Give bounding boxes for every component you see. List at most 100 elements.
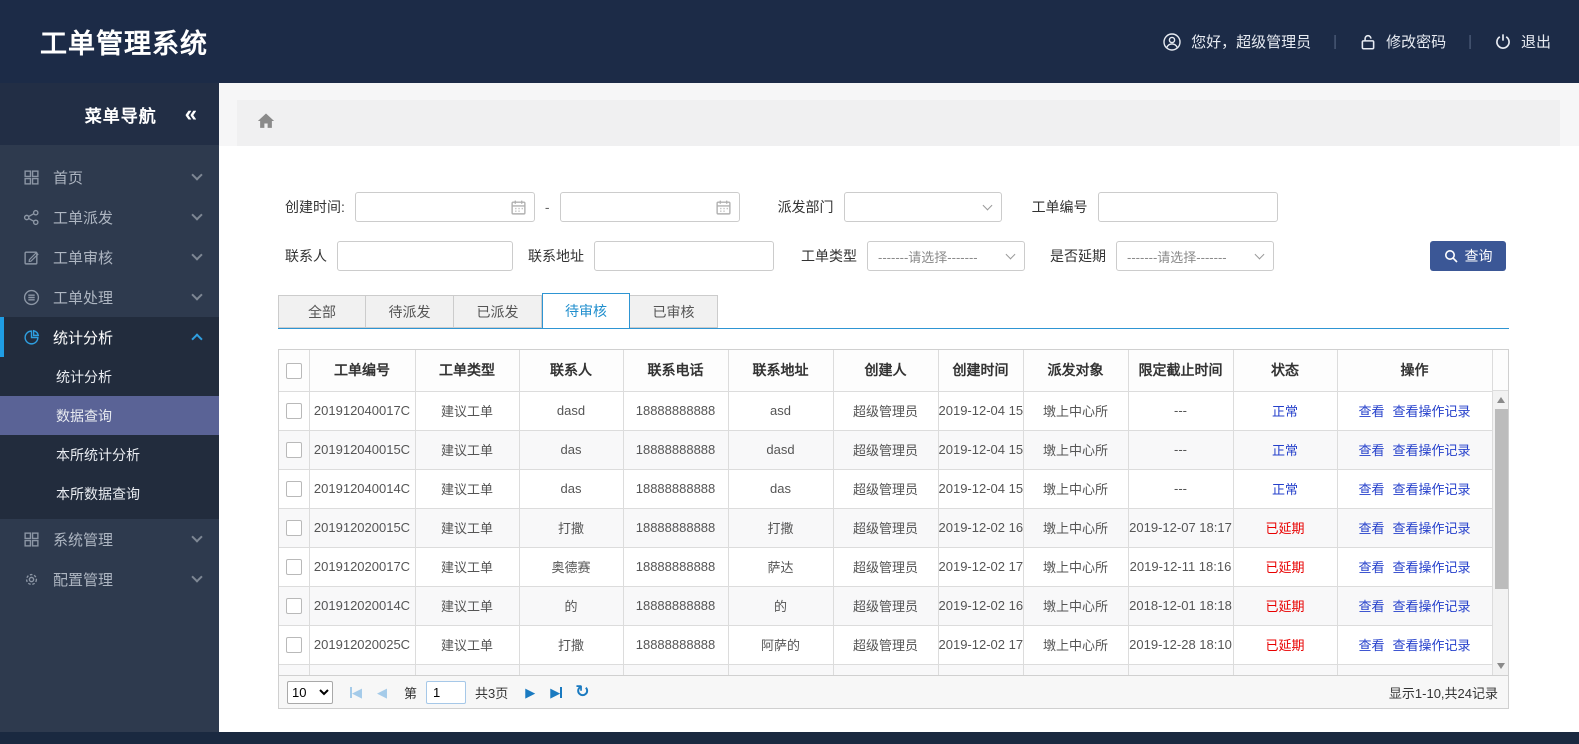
sidebar-item[interactable]: 统计分析 (0, 317, 219, 357)
created-time-label: 创建时间: (285, 199, 345, 215)
address-input[interactable] (595, 242, 773, 270)
sidebar-item[interactable]: 工单处理 (0, 277, 219, 317)
tab[interactable]: 全部 (278, 295, 366, 328)
cell-operations: 查看 查看操作记录 (1337, 391, 1493, 431)
view-log-link[interactable]: 查看操作记录 (1393, 443, 1471, 458)
row-checkbox[interactable] (285, 597, 302, 614)
scrollbar-track[interactable] (1492, 391, 1509, 675)
view-log-link[interactable]: 查看操作记录 (1393, 521, 1471, 536)
row-checkbox[interactable] (285, 480, 302, 497)
share-icon (22, 209, 40, 226)
sidebar-subitem[interactable]: 数据查询 (0, 396, 219, 435)
cell-deadline: 2019-12-11 18:16 (1128, 547, 1234, 587)
view-log-link[interactable]: 查看操作记录 (1393, 482, 1471, 497)
table-row: 201912040015C 建议工单 das 18888888888 dasd 超级管理员… (279, 430, 1493, 470)
cell-created: 2019-12-02 16 (938, 508, 1024, 548)
view-link[interactable]: 查看 (1358, 560, 1384, 575)
user-greeting[interactable]: 您好，超级管理员 (1162, 31, 1311, 52)
tab[interactable]: 已审核 (630, 295, 718, 328)
cell-target: 墩上中心所 (1023, 469, 1129, 509)
view-link[interactable]: 查看 (1358, 443, 1384, 458)
calendar-icon[interactable] (510, 199, 527, 219)
tab[interactable]: 待派发 (366, 295, 454, 328)
cell-operations: 查看 查看操作记录 (1337, 586, 1493, 626)
collapse-sidebar-icon[interactable]: « (185, 103, 197, 125)
next-page-icon[interactable]: ▶ (525, 686, 535, 699)
row-checkbox[interactable] (285, 558, 302, 575)
logout-button[interactable]: 退出 (1494, 31, 1551, 52)
cell-phone: 18888888888 (623, 625, 729, 665)
sidebar-item[interactable]: 首页 (0, 157, 219, 197)
home-icon[interactable] (256, 111, 276, 136)
created-time-end-input[interactable] (560, 193, 739, 221)
search-button[interactable]: 查询 (1430, 241, 1506, 271)
select-all-checkbox[interactable] (285, 362, 302, 379)
sidebar-subitem[interactable]: 本所数据查询 (0, 474, 219, 513)
table-scrollbar[interactable] (1492, 350, 1509, 675)
view-link[interactable]: 查看 (1358, 482, 1384, 497)
chevron-down-icon (191, 209, 203, 221)
sidebar-item[interactable]: 配置管理 (0, 559, 219, 599)
cell-operations: 查看 查看操作记录 (1337, 547, 1493, 587)
view-link[interactable]: 查看 (1358, 599, 1384, 614)
cell-order-no: 201912020014C (309, 586, 416, 626)
cell-created: 2019-12-02 17 (938, 625, 1024, 665)
sidebar-item[interactable]: 系统管理 (0, 519, 219, 559)
created-time-start-input[interactable] (355, 193, 534, 221)
row-checkbox[interactable] (285, 636, 302, 653)
view-link[interactable]: 查看 (1358, 638, 1384, 653)
sidebar-header: 菜单导航 « (0, 83, 219, 145)
delay-select[interactable]: -------请选择------- (1116, 241, 1274, 271)
sidebar-item[interactable]: 工单派发 (0, 197, 219, 237)
row-checkbox[interactable] (285, 441, 302, 458)
view-link[interactable]: 查看 (1358, 521, 1384, 536)
scroll-down-icon[interactable] (1493, 659, 1509, 673)
change-password-button[interactable]: 修改密码 (1359, 31, 1446, 52)
chevron-down-icon (191, 571, 203, 583)
search-icon (1444, 249, 1458, 263)
cell-creator: 超级管理员 (833, 586, 939, 626)
record-summary: 显示1-10,共24记录 (1388, 685, 1498, 701)
sidebar-item[interactable]: 工单审核 (0, 237, 219, 277)
table-wrap: 工单编号 工单类型 联系人 联系电话 联系地址 创建人 创建时间 派发对象 限定截止时间 状态 操作… (278, 349, 1509, 676)
sidebar-item-label: 统计分析 (53, 329, 114, 347)
sidebar-subitem[interactable]: 统计分析 (0, 357, 219, 396)
cell-target: 墩上中心所 (1023, 430, 1129, 470)
tab[interactable]: 待审核 (542, 293, 630, 329)
chevron-down-icon (191, 169, 203, 181)
cell-contact: das (519, 469, 624, 509)
calendar-icon[interactable] (715, 199, 732, 219)
cell-contact: das (519, 430, 624, 470)
page-size-select[interactable]: 10 (287, 680, 333, 704)
gear-icon (22, 571, 40, 588)
refresh-icon[interactable]: ↻ (575, 682, 589, 702)
order-no-input[interactable] (1098, 193, 1277, 221)
row-checkbox[interactable] (285, 519, 302, 536)
table-row: 201912020014C 建议工单的 18888888888 的超级管理员 2019-… (279, 586, 1493, 626)
page-number-input[interactable] (426, 680, 467, 704)
scrollbar-thumb[interactable] (1494, 409, 1508, 589)
sidebar-subitem[interactable]: 本所统计分析 (0, 435, 219, 474)
sidebar-title: 菜单导航 (84, 106, 157, 126)
order-type-value: -------请选择------- (878, 249, 978, 265)
cell-created: 2019-12-04 15 (938, 469, 1024, 509)
order-type-select[interactable]: -------请选择------- (867, 241, 1025, 271)
cell-type: 建议工单 (415, 586, 520, 626)
first-page-icon[interactable]: ◀ (350, 686, 362, 699)
view-link[interactable]: 查看 (1358, 404, 1384, 419)
row-checkbox[interactable] (285, 402, 302, 419)
sidebar-item-label: 工单处理 (53, 289, 114, 307)
view-log-link[interactable]: 查看操作记录 (1393, 404, 1471, 419)
prev-page-icon[interactable]: ◀ (377, 686, 387, 699)
column-header: 联系人 (519, 350, 624, 392)
cell-type: 建议工单 (415, 391, 520, 431)
delay-value: -------请选择------- (1127, 249, 1227, 265)
last-page-icon[interactable]: ▶ (550, 686, 563, 699)
view-log-link[interactable]: 查看操作记录 (1393, 599, 1471, 614)
view-log-link[interactable]: 查看操作记录 (1393, 638, 1471, 653)
scroll-up-icon[interactable] (1493, 393, 1509, 407)
contact-input[interactable] (338, 242, 512, 270)
tab[interactable]: 已派发 (454, 295, 542, 328)
view-log-link[interactable]: 查看操作记录 (1393, 560, 1471, 575)
dispatch-dept-select[interactable] (843, 192, 1002, 222)
